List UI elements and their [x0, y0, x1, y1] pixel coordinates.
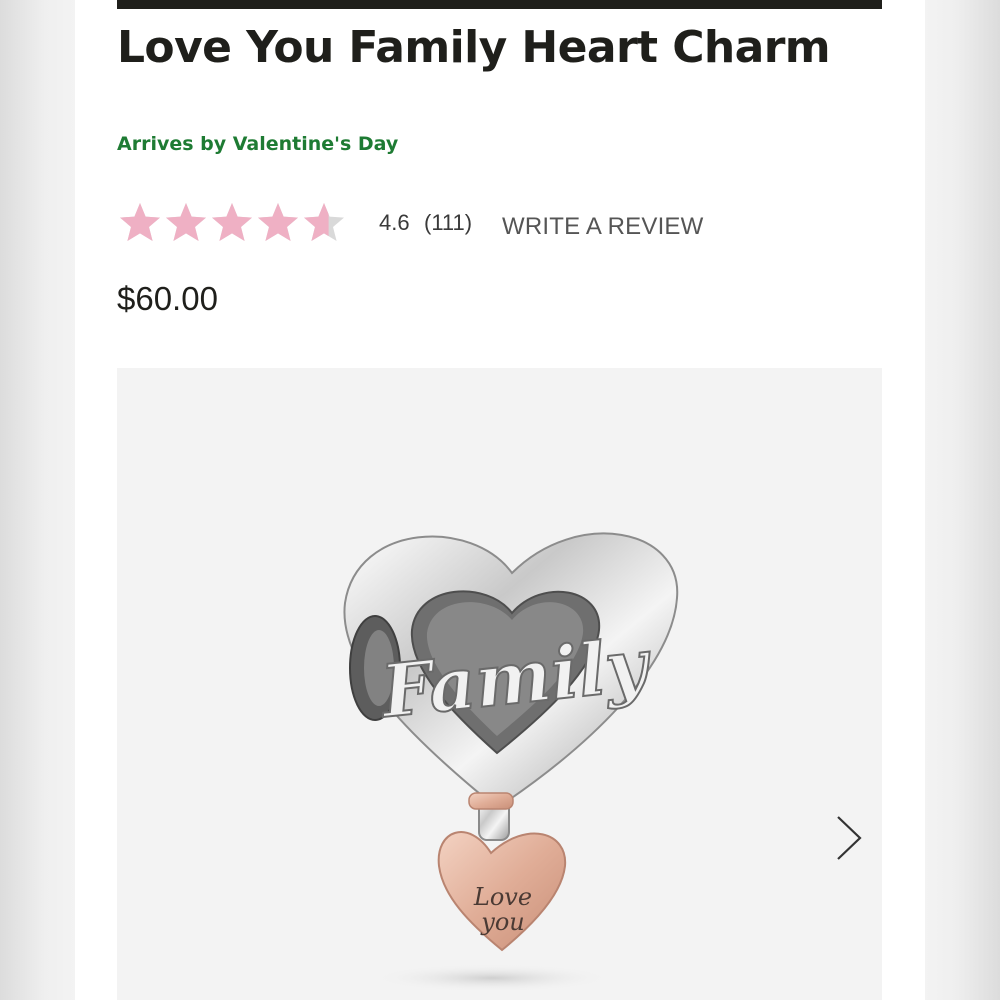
product-image: Family Love you [343, 532, 679, 992]
review-count[interactable]: (111) [424, 210, 472, 236]
star-icon [258, 203, 298, 241]
star-icon [212, 203, 252, 241]
delivery-badge: Arrives by Valentine's Day [117, 133, 399, 155]
write-review-link[interactable]: WRITE A REVIEW [502, 213, 704, 241]
header-bar [117, 0, 882, 9]
product-title: Love You Family Heart Charm [117, 22, 831, 73]
product-price: $60.00 [117, 280, 218, 317]
right-backdrop [925, 0, 1000, 1000]
pendant-line-2: you [480, 908, 524, 936]
pendant-line-1: Love [473, 883, 532, 911]
left-backdrop [0, 0, 75, 1000]
rating-value: 4.6 [379, 210, 410, 235]
chevron-right-icon[interactable] [832, 813, 866, 863]
star-icon [304, 203, 344, 241]
product-image-gallery[interactable]: Family Love you [117, 368, 882, 1000]
star-icon [166, 203, 206, 241]
star-icon [120, 203, 160, 241]
star-rating[interactable] [117, 200, 347, 246]
rose-bail [468, 792, 514, 810]
rating-row: 4.6 (111) WRITE A REVIEW [117, 200, 737, 248]
product-page: Love You Family Heart Charm Arrives by V… [75, 0, 925, 1000]
product-shadow [372, 964, 612, 992]
